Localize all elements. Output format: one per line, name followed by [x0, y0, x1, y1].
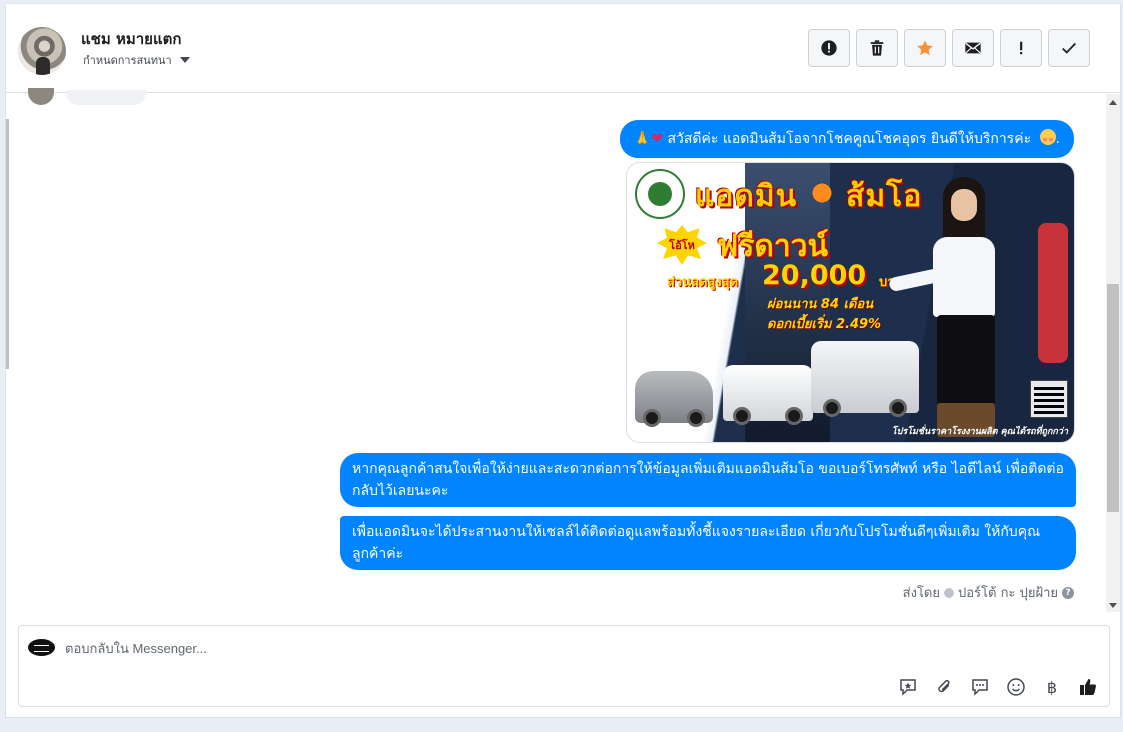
- conversation-panel: แชม หมายแตก กำหนดการสนทนา 🙏❤ สวัสดีค่ะ แ…: [5, 3, 1121, 718]
- saved-reply-icon[interactable]: [897, 676, 919, 698]
- heart-emoji: ❤: [651, 131, 664, 147]
- red-seat-graphic: [1038, 223, 1068, 363]
- help-icon[interactable]: ?: [1062, 586, 1074, 599]
- promo-installment: ผ่อนนาน 84 เดือน: [767, 297, 874, 312]
- scrollbar-thumb[interactable]: [1107, 284, 1119, 512]
- sent-by-label: ส่งโดย: [902, 586, 940, 601]
- message-greeting[interactable]: 🙏❤ สวัสดีค่ะ แอดมินส้มโอจากโชคคูณโชคอุดร…: [619, 120, 1074, 158]
- pomelo-icon: [808, 182, 835, 204]
- sent-by-info: ส่งโดย ปอร์โต้ กะ ปุยฝ้าย ?: [903, 582, 1074, 603]
- sender-dot-icon: [944, 587, 954, 598]
- sent-by-name[interactable]: ปอร์โต้ กะ ปุยฝ้าย: [958, 582, 1058, 603]
- trash-icon: [870, 40, 884, 56]
- delete-button[interactable]: [856, 29, 898, 67]
- baht-icon[interactable]: ฿: [1041, 676, 1063, 698]
- dealer-logo-seal: [635, 169, 685, 219]
- like-icon[interactable]: [1077, 676, 1099, 698]
- assign-conversation-dropdown[interactable]: กำหนดการสนทนา: [83, 51, 190, 69]
- sedan-car-graphic: [635, 371, 713, 427]
- scroll-down-arrow-icon[interactable]: [1109, 603, 1117, 608]
- composer-tools: ฿: [897, 676, 1099, 698]
- praying-hands-emoji: 🙏: [633, 131, 652, 147]
- attachment-icon[interactable]: [933, 676, 955, 698]
- header-actions: [808, 29, 1090, 67]
- scroll-up-arrow-icon[interactable]: [1109, 100, 1117, 105]
- message-contact-request[interactable]: หากคุณลูกค้าสนใจเพื่อให้ง่ายและสะดวกต่อก…: [340, 453, 1076, 507]
- promo-discount-label: ส่วนลดสูงสุด: [667, 275, 739, 290]
- conversation-header: แชม หมายแตก กำหนดการสนทนา: [6, 4, 1120, 93]
- check-icon: [1062, 42, 1076, 54]
- caret-down-icon: [179, 57, 190, 63]
- promo-title: แอดมิน ส้มโอ: [695, 173, 922, 220]
- promo-image[interactable]: แอดมิน ส้มโอ โอ้โห ฟรีดาวน์ ส่วนลดสูงสุด…: [626, 162, 1075, 443]
- envelope-icon: [965, 42, 981, 54]
- promo-title-text-2: ส้มโอ: [846, 179, 923, 214]
- presenter-figure: [888, 177, 1009, 439]
- greeting-text: สวัสดีค่ะ แอดมินส้มโอจากโชคคูณโชคอุดร ยิ…: [667, 131, 1032, 147]
- cargo-truck-graphic: [811, 341, 919, 417]
- exclamation-icon: [1020, 41, 1023, 55]
- greeting-suffix: .: [1055, 131, 1060, 147]
- mark-spam-button[interactable]: [808, 29, 850, 67]
- chat-bubble-icon[interactable]: [969, 676, 991, 698]
- page-logo: [28, 639, 55, 656]
- promo-footer: โปรโมชั่นราคาโรงงานผลิต คุณได้รถที่ถูกกว…: [891, 427, 1068, 437]
- contact-name[interactable]: แชม หมายแตก: [81, 27, 181, 51]
- smiling-hearts-emoji: [1039, 129, 1056, 145]
- contact-avatar[interactable]: [18, 27, 66, 75]
- reply-composer: ฿: [18, 625, 1110, 707]
- done-button[interactable]: [1048, 29, 1090, 67]
- follow-up-button[interactable]: [1000, 29, 1042, 67]
- left-scrollbar[interactable]: [6, 119, 9, 369]
- qr-code: [1030, 380, 1068, 418]
- previous-message-bubble: [66, 90, 146, 105]
- promo-title-text: แอดมิน: [695, 179, 798, 214]
- reply-input[interactable]: [65, 634, 1065, 662]
- emoji-icon[interactable]: [1005, 676, 1027, 698]
- star-icon: [917, 40, 933, 56]
- assign-conversation-label: กำหนดการสนทนา: [83, 54, 172, 67]
- star-button[interactable]: [904, 29, 946, 67]
- promo-discount-amount: 20,000: [762, 260, 867, 291]
- message-coordination[interactable]: เพื่อแอดมินจะได้ประสานงานให้เซลล์ได้ติดต…: [340, 516, 1076, 570]
- mark-unread-button[interactable]: [952, 29, 994, 67]
- pickup-car-graphic: [723, 365, 813, 425]
- contact-mini-avatar: [28, 88, 54, 105]
- thread-scrollbar[interactable]: [1106, 94, 1120, 612]
- promo-interest: ดอกเบี้ยเริ่ม 2.49%: [767, 317, 882, 332]
- exclamation-circle-icon: [821, 40, 837, 56]
